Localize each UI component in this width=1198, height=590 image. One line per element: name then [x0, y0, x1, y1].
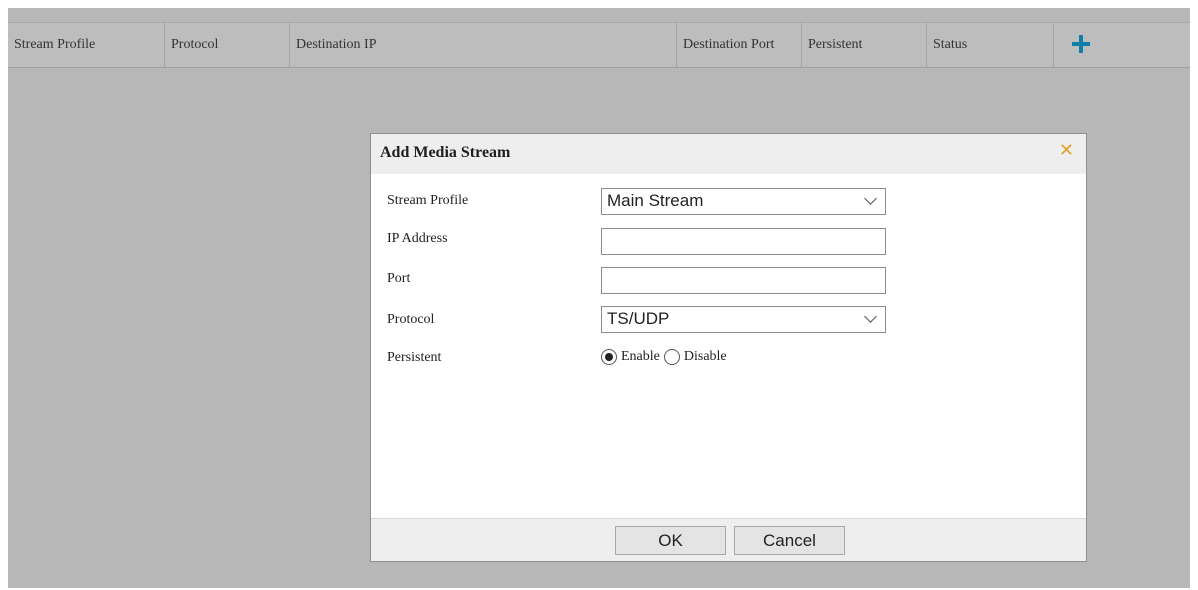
media-stream-table-header: Stream Profile Protocol Destination IP D…	[8, 22, 1190, 68]
persistent-enable-label: Enable	[621, 349, 660, 364]
cancel-button[interactable]: Cancel	[734, 526, 845, 555]
column-header-status: Status	[927, 23, 1054, 67]
protocol-value: TS/UDP	[607, 309, 670, 328]
close-icon[interactable]: ✕	[1059, 140, 1074, 161]
persistent-disable-radio[interactable]	[663, 349, 680, 365]
stream-profile-label: Stream Profile	[387, 193, 469, 208]
port-input[interactable]	[601, 267, 886, 294]
dialog-titlebar: Add Media Stream ✕	[371, 134, 1086, 174]
port-label: Port	[387, 271, 411, 286]
persistent-radio-group: Enable Disable	[601, 348, 731, 366]
dialog-title: Add Media Stream	[380, 144, 511, 161]
column-header-stream-profile: Stream Profile	[8, 23, 165, 67]
chevron-down-icon	[864, 310, 877, 323]
persistent-disable-label: Disable	[683, 349, 727, 364]
ip-address-input[interactable]	[601, 228, 886, 255]
column-header-destination-port: Destination Port	[677, 23, 802, 67]
chevron-down-icon	[864, 192, 877, 205]
add-media-stream-dialog: Add Media Stream ✕ Stream Profile Main S…	[370, 133, 1087, 562]
ok-button[interactable]: OK	[615, 526, 726, 555]
column-header-persistent: Persistent	[802, 23, 927, 67]
column-header-protocol: Protocol	[165, 23, 290, 67]
column-header-destination-ip: Destination IP	[290, 23, 677, 67]
ip-address-label: IP Address	[387, 231, 448, 246]
dialog-footer: OK Cancel	[371, 518, 1086, 561]
persistent-label: Persistent	[387, 350, 442, 365]
protocol-select[interactable]: TS/UDP	[601, 306, 886, 333]
add-stream-button[interactable]	[1070, 33, 1092, 55]
stream-profile-value: Main Stream	[607, 191, 704, 210]
protocol-label: Protocol	[387, 312, 435, 327]
stream-profile-select[interactable]: Main Stream	[601, 188, 886, 215]
persistent-enable-radio[interactable]	[601, 349, 617, 365]
